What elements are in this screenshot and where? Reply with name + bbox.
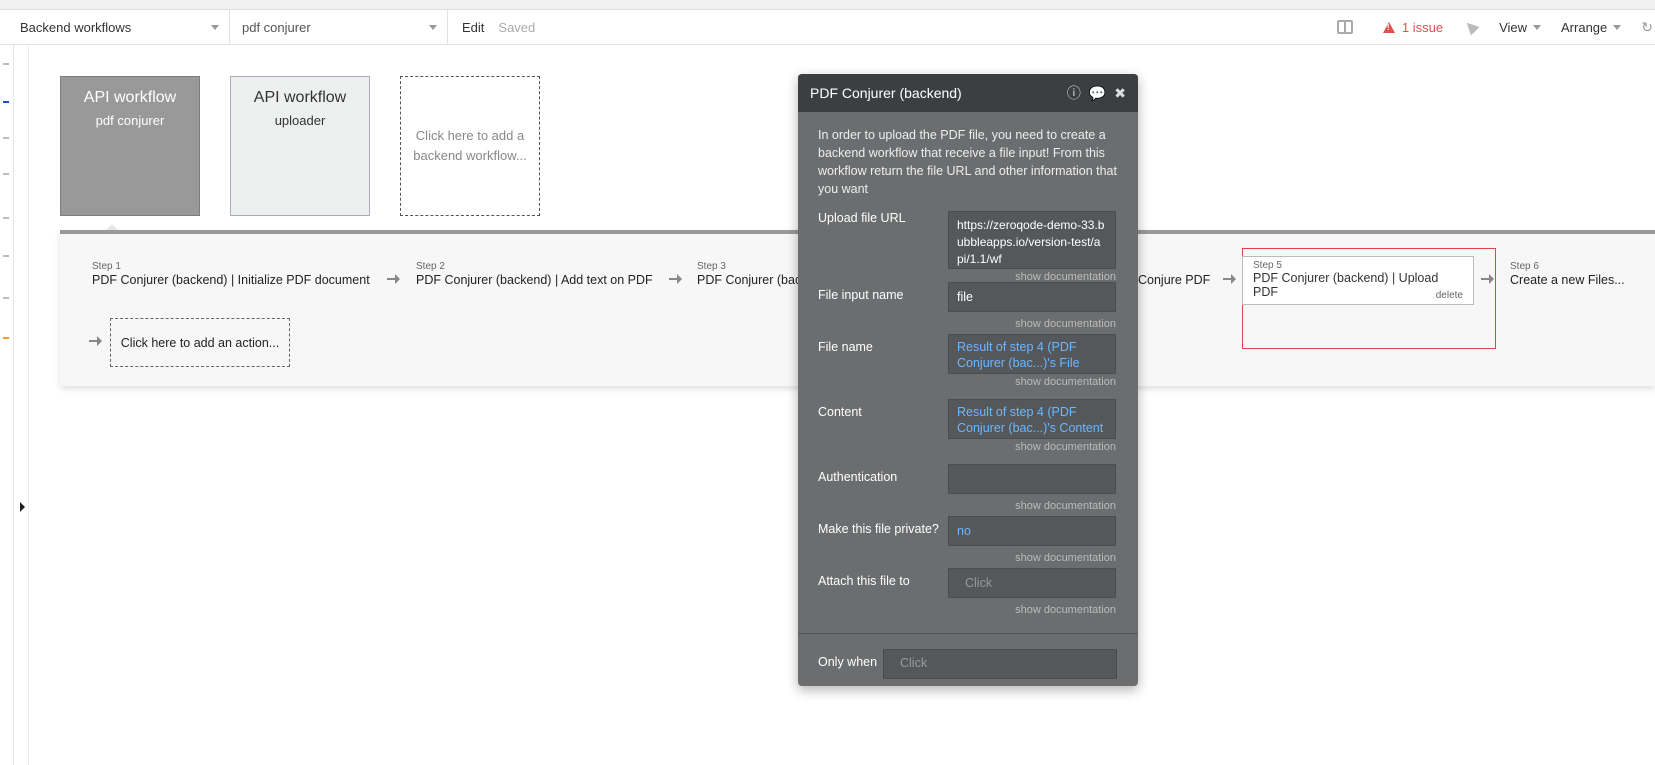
step-6[interactable]: Step 6 Create a new Files... [1510, 261, 1625, 287]
panel-header: PDF Conjurer (backend) ⓘ 💬 ✖ [798, 74, 1138, 112]
workflow-card-uploader[interactable]: API workflow uploader [230, 76, 370, 216]
step-number: Step 6 [1510, 261, 1539, 272]
file-name-field[interactable]: Result of step 4 (PDF Conjurer (bac...)'… [948, 334, 1116, 374]
cursor-icon[interactable] [1462, 18, 1480, 36]
canvas-left-border [28, 45, 29, 765]
panel-intro-text: In order to upload the PDF file, you nee… [818, 128, 1117, 196]
arrow-right-icon [669, 274, 682, 284]
notification-icon[interactable] [3, 337, 9, 339]
field-label: File input name [818, 288, 904, 302]
page-selector-value: Backend workflows [20, 19, 132, 35]
show-documentation-link[interactable]: show documentation [1015, 552, 1116, 564]
content-field[interactable]: Result of step 4 (PDF Conjurer (bac...)'… [948, 399, 1116, 439]
add-action-label: Click here to add an action... [120, 335, 280, 350]
step-1[interactable]: Step 1 PDF Conjurer (backend) | Initiali… [92, 261, 370, 287]
step-number: Step 1 [92, 261, 121, 272]
add-workflow-label: Click here to add a backend workflow... [413, 128, 527, 163]
file-input-name-field[interactable]: file [948, 282, 1116, 312]
close-icon[interactable]: ✖ [1114, 85, 1126, 102]
step-label: PDF Conjurer (backend) | Initialize PDF … [92, 273, 370, 287]
workflow-card-subtitle: pdf conjurer [95, 113, 165, 128]
topbar-right-tools: 1 issue View Arrange ↻ [1336, 10, 1655, 44]
view-menu[interactable]: View [1499, 19, 1542, 35]
chevron-down-icon [1533, 24, 1542, 30]
show-documentation-link[interactable]: show documentation [1015, 318, 1116, 330]
view-menu-label: View [1499, 19, 1528, 35]
step-number: Step 5 [1253, 260, 1282, 271]
step-label: Conjure PDF [1138, 273, 1211, 287]
arrange-menu-label: Arrange [1561, 19, 1608, 35]
step-label: PDF Conjurer (backend) | Add text on PDF [416, 273, 653, 287]
step-number [1138, 261, 1210, 272]
tool-icon[interactable] [3, 137, 9, 139]
make-private-dropdown[interactable]: no [948, 516, 1116, 546]
panel-divider [798, 633, 1138, 634]
comment-icon[interactable]: 💬 [1089, 85, 1106, 102]
field-label: Upload file URL [818, 211, 906, 225]
add-action-button[interactable]: Click here to add an action... [110, 318, 290, 367]
workflow-selector-value: pdf conjurer [242, 19, 311, 35]
property-editor-panel: PDF Conjurer (backend) ⓘ 💬 ✖ In order to… [798, 74, 1138, 686]
step-2[interactable]: Step 2 PDF Conjurer (backend) | Add text… [416, 261, 653, 287]
page-selector-dropdown[interactable]: Backend workflows [0, 10, 230, 44]
saved-status: Saved [498, 19, 536, 35]
workflow-card-title: API workflow [253, 89, 347, 106]
refresh-icon[interactable]: ↻ [1641, 19, 1653, 36]
arrow-right-icon [1223, 274, 1236, 284]
browser-chrome-strip [0, 0, 1655, 10]
expand-panel-icon[interactable] [20, 502, 25, 512]
arrow-right-icon [387, 274, 400, 284]
lock-icon[interactable] [3, 101, 9, 103]
field-label: Authentication [818, 470, 898, 484]
issues-count: 1 issue [1401, 19, 1444, 35]
only-when-label: Only when [818, 655, 878, 669]
step-4[interactable]: Conjure PDF [1138, 261, 1210, 287]
show-documentation-link[interactable]: show documentation [1015, 604, 1116, 616]
step-5[interactable]: Step 5 PDF Conjurer (backend) | Upload P… [1242, 256, 1474, 305]
issues-indicator[interactable]: 1 issue [1382, 19, 1444, 35]
delete-step-link[interactable]: delete [1436, 290, 1463, 301]
authentication-field[interactable] [948, 464, 1116, 494]
editor-topbar: Backend workflows pdf conjurer Edit Save… [0, 10, 1655, 45]
tool-icon[interactable] [3, 63, 9, 65]
step-label: Create a new Files... [1510, 273, 1625, 287]
field-label: Make this file private? [818, 522, 939, 536]
tool-icon[interactable] [3, 255, 9, 257]
show-documentation-link[interactable]: show documentation [1015, 500, 1116, 512]
only-when-field[interactable]: Click [883, 649, 1117, 679]
upload-file-url-field[interactable]: https://zeroqode-demo-33.bubbleapps.io/v… [948, 211, 1116, 269]
chevron-down-icon [429, 24, 437, 30]
arrow-right-icon [89, 336, 102, 346]
warning-icon [1382, 21, 1395, 33]
show-documentation-link[interactable]: show documentation [1015, 376, 1116, 388]
left-toolbar [0, 45, 14, 765]
tool-icon[interactable] [3, 217, 9, 219]
workflow-selector-dropdown[interactable]: pdf conjurer [230, 10, 448, 44]
field-label: Attach this file to [818, 574, 910, 588]
workflow-card-subtitle: uploader [274, 113, 326, 128]
chevron-down-icon [1613, 24, 1622, 30]
attach-file-field[interactable]: Click [948, 568, 1116, 598]
workflow-card-title: API workflow [83, 89, 177, 106]
arrow-right-icon [1481, 274, 1494, 284]
add-backend-workflow-card[interactable]: Click here to add a backend workflow... [400, 76, 540, 216]
panel-title: PDF Conjurer (backend) [810, 85, 962, 101]
show-documentation-link[interactable]: show documentation [1015, 441, 1116, 453]
chevron-down-icon [211, 24, 219, 30]
workflow-card-pdf-conjurer[interactable]: API workflow pdf conjurer [60, 76, 200, 216]
tool-icon[interactable] [3, 297, 9, 299]
info-icon[interactable]: ⓘ [1067, 83, 1081, 103]
edit-menu[interactable]: Edit [462, 20, 484, 35]
field-label: Content [818, 405, 862, 419]
tool-icon[interactable] [3, 173, 9, 175]
arrange-menu[interactable]: Arrange [1561, 19, 1622, 35]
step-label: PDF Conjurer (bac [697, 273, 802, 287]
step-number: Step 3 [697, 261, 726, 272]
gift-icon[interactable] [1336, 20, 1353, 34]
step-label: PDF Conjurer (backend) | Upload PDF [1253, 271, 1439, 299]
step-number: Step 2 [416, 261, 445, 272]
step-3[interactable]: Step 3 PDF Conjurer (bac [697, 261, 801, 287]
field-label: File name [818, 340, 873, 354]
